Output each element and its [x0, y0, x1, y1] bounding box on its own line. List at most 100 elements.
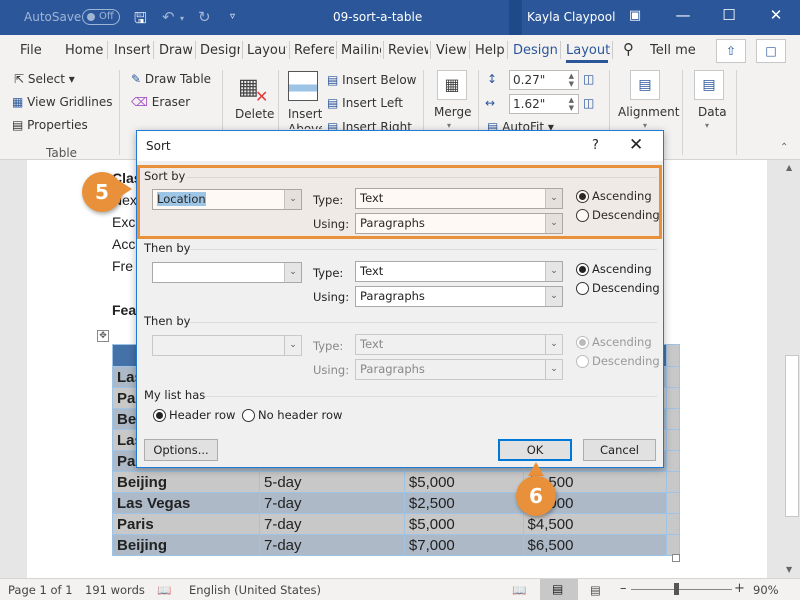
- ribbon-display-options-icon[interactable]: ▣: [620, 8, 650, 23]
- language[interactable]: English (United States): [189, 583, 321, 597]
- read-mode-icon[interactable]: 📖: [512, 583, 526, 597]
- view-gridlines-button[interactable]: ▦ View Gridlines: [12, 95, 113, 109]
- undo-icon[interactable]: ↶: [162, 8, 175, 26]
- doc-text-line: Fre: [112, 258, 133, 274]
- delete-button[interactable]: Delete: [235, 107, 274, 121]
- ok-button[interactable]: OK: [498, 439, 572, 461]
- doc-text-line: Acc: [112, 236, 136, 252]
- cancel-button[interactable]: Cancel: [583, 439, 656, 461]
- options-button[interactable]: Options...: [144, 439, 218, 461]
- redo-icon[interactable]: ↻: [198, 8, 211, 26]
- print-layout-button[interactable]: ▤: [540, 579, 578, 600]
- data-button[interactable]: Data: [698, 105, 727, 119]
- insert-above-button[interactable]: Insert Above: [288, 107, 322, 129]
- share-button[interactable]: ⇧: [716, 39, 746, 63]
- draw-table-button[interactable]: ✎ Draw Table: [131, 72, 211, 86]
- merge-button[interactable]: Merge: [434, 105, 471, 119]
- tab-table-design[interactable]: Design: [513, 43, 557, 58]
- page-count[interactable]: Page 1 of 1: [8, 583, 73, 597]
- row-height-icon: ↕: [487, 72, 498, 86]
- table-move-handle[interactable]: ✥: [97, 330, 109, 342]
- ribbon-tabs: File Home Insert Draw Design Layout Refe…: [0, 35, 800, 65]
- proofing-icon[interactable]: 📖: [157, 583, 171, 597]
- word-count[interactable]: 191 words: [85, 583, 145, 597]
- then-by-2-type-select: Text ⌄: [355, 334, 563, 355]
- merge-dropdown-icon: ▾: [447, 121, 452, 130]
- tab-references[interactable]: References: [294, 43, 334, 58]
- merge-icon: ▦: [437, 70, 467, 100]
- tab-file[interactable]: File: [20, 43, 44, 58]
- then-by-descending-radio[interactable]: Descending: [576, 281, 660, 295]
- table-resize-handle[interactable]: [672, 554, 680, 562]
- eraser-button[interactable]: ⌫ Eraser: [131, 95, 190, 109]
- step-6-pointer: [528, 462, 544, 476]
- then-by-ascending-radio[interactable]: Ascending: [576, 262, 652, 276]
- then-by-type-select[interactable]: Text ⌄: [355, 261, 563, 282]
- autosave-toggle[interactable]: Off: [82, 9, 120, 25]
- title-bar: AutoSave Off 🖫 ↶ ▾ ↻ ▿ 09-sort-a-table K…: [0, 0, 800, 35]
- tab-table-layout[interactable]: Layout: [566, 43, 610, 58]
- zoom-slider-track[interactable]: [631, 589, 732, 590]
- scroll-thumb[interactable]: [785, 355, 799, 517]
- tab-layout[interactable]: Layout: [247, 43, 287, 58]
- sort-by-highlight: [137, 165, 662, 239]
- table-row: Beijing 7-day $7,000 $6,500: [112, 534, 680, 556]
- scroll-up-icon[interactable]: ▲: [786, 163, 792, 172]
- col-width-input[interactable]: 1.62" ▲ ▼: [509, 94, 579, 114]
- then-by-2-using-select: Paragraphs ⌄: [355, 359, 563, 380]
- autofit-icon: ▤: [487, 120, 503, 130]
- then-by-column-select[interactable]: ⌄: [152, 262, 302, 283]
- dialog-close-icon[interactable]: ✕: [629, 135, 643, 155]
- chevron-down-icon: ⌄: [284, 336, 301, 355]
- tab-design[interactable]: Design: [200, 43, 240, 58]
- user-name[interactable]: Kayla Claypool: [527, 10, 615, 24]
- customize-qat-icon[interactable]: ▿: [230, 11, 235, 22]
- tab-view[interactable]: View: [436, 43, 466, 58]
- tell-me-input[interactable]: Tell me: [650, 43, 696, 58]
- insert-right-button[interactable]: ▤ Insert Right: [327, 120, 412, 130]
- distribute-columns-icon[interactable]: ◫: [583, 96, 594, 110]
- zoom-in-button[interactable]: +: [734, 581, 745, 596]
- table-row: Las Vegas7-day$2,500$2,000: [112, 492, 680, 514]
- tab-review[interactable]: Review: [388, 43, 428, 58]
- tab-draw[interactable]: Draw: [159, 43, 192, 58]
- insert-left-button[interactable]: ▤ Insert Left: [327, 96, 403, 110]
- zoom-level[interactable]: 90%: [753, 583, 779, 597]
- chevron-down-icon: ⌄: [545, 335, 562, 354]
- insert-above-icon: [288, 71, 318, 101]
- properties-button[interactable]: ▤ Properties: [12, 118, 88, 132]
- then-by-label: Then by: [144, 241, 191, 255]
- tab-insert[interactable]: Insert: [114, 43, 150, 58]
- then-by-2-type-label: Type:: [313, 339, 344, 353]
- my-list-has-label: My list has: [144, 388, 206, 402]
- tab-home[interactable]: Home: [65, 43, 103, 58]
- tab-help[interactable]: Help: [475, 43, 505, 58]
- delete-table-icon: ▦ ✕: [238, 75, 269, 106]
- step-5-pointer: [118, 180, 132, 198]
- scroll-down-icon[interactable]: ▼: [786, 565, 792, 574]
- collapse-ribbon-icon[interactable]: ⌃: [780, 142, 788, 153]
- minimize-icon[interactable]: —: [668, 6, 698, 24]
- maximize-icon[interactable]: ☐: [714, 6, 744, 24]
- insert-below-button[interactable]: ▤ Insert Below: [327, 73, 417, 87]
- then-by-using-select[interactable]: Paragraphs ⌄: [355, 286, 563, 307]
- alignment-button[interactable]: Alignment: [618, 105, 679, 119]
- row-height-input[interactable]: 0.27" ▲ ▼: [509, 70, 579, 90]
- zoom-slider-thumb[interactable]: [673, 583, 679, 595]
- gridlines-icon: ▦: [12, 95, 28, 109]
- undo-dropdown-icon[interactable]: ▾: [180, 14, 184, 23]
- data-icon: ▤: [694, 70, 724, 100]
- comments-button[interactable]: □: [756, 39, 786, 63]
- select-button[interactable]: ⇱ Select ▾: [14, 72, 75, 86]
- close-icon[interactable]: ✕: [761, 6, 791, 24]
- web-layout-icon[interactable]: ▤: [590, 583, 601, 597]
- tab-mailings[interactable]: Mailings: [341, 43, 381, 58]
- header-row-radio[interactable]: Header row: [153, 408, 235, 422]
- distribute-rows-icon[interactable]: ◫: [583, 72, 594, 86]
- help-button[interactable]: ?: [592, 138, 599, 153]
- status-bar: Page 1 of 1 191 words 📖 English (United …: [0, 578, 800, 600]
- save-icon[interactable]: 🖫: [134, 8, 147, 33]
- autofit-button[interactable]: ▤ AutoFit ▾: [487, 120, 554, 130]
- no-header-row-radio[interactable]: No header row: [242, 408, 342, 422]
- zoom-out-button[interactable]: –: [620, 581, 627, 596]
